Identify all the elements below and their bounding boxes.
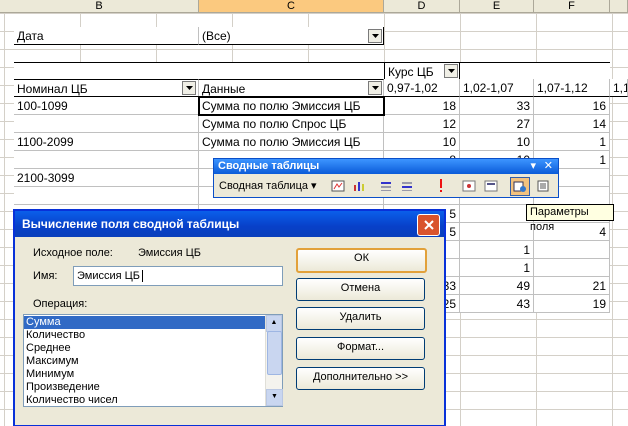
value-cell[interactable]: 33 (460, 97, 534, 115)
value-cell[interactable]: 10 (384, 133, 460, 151)
value-cell[interactable]: 27 (460, 115, 534, 133)
row-group-label[interactable] (14, 115, 199, 133)
dialog-titlebar[interactable]: Вычисление поля сводной таблицы (15, 211, 444, 237)
row-group-label[interactable] (14, 151, 199, 169)
column-header-g[interactable] (610, 0, 628, 13)
pivot-toolbar-title[interactable]: Сводные таблицы ▾ ✕ (214, 159, 558, 174)
value-cell[interactable]: 12 (384, 115, 460, 133)
source-field-label: Исходное поле: (33, 247, 113, 259)
row-group-label[interactable]: 2100-3099 (14, 169, 199, 187)
pivot-table-menu[interactable]: Сводная таблица ▾ (219, 179, 317, 192)
include-hidden-items-icon[interactable] (460, 177, 478, 194)
chevron-down-icon (371, 86, 379, 90)
column-item[interactable]: 1,1 (610, 79, 628, 97)
row-group-label[interactable]: 1100-2099 (14, 133, 199, 151)
format-report-icon[interactable] (329, 177, 347, 194)
data-field-label[interactable]: Данные (199, 79, 384, 97)
pivot-toolbar-title-text: Сводные таблицы (218, 160, 320, 172)
value-cell[interactable]: 21 (534, 277, 610, 295)
chevron-down-icon (185, 86, 193, 90)
value-cell[interactable] (460, 223, 534, 241)
active-cell-outline (198, 96, 385, 116)
value-cell[interactable]: 16 (534, 97, 610, 115)
operation-list[interactable]: Сумма Количество Среднее Максимум Минимум Про… (23, 314, 283, 407)
name-input-value: Эмиссия ЦБ (77, 270, 141, 282)
close-icon[interactable]: ✕ (544, 159, 553, 174)
operation-item[interactable]: Количество чисел (24, 394, 266, 407)
value-cell[interactable]: 49 (460, 277, 534, 295)
column-item[interactable]: 1,07-1,12 (534, 79, 610, 97)
value-cell[interactable]: 1 (534, 133, 610, 151)
data-item-label[interactable]: Сумма по полю Спрос ЦБ (199, 115, 384, 133)
delete-button[interactable]: Удалить (296, 307, 425, 330)
value-cell[interactable]: 43 (460, 295, 534, 313)
hide-detail-icon[interactable] (377, 177, 395, 194)
value-cell[interactable]: 10 (460, 133, 534, 151)
chart-wizard-icon[interactable] (350, 177, 368, 194)
chevron-down-icon (447, 69, 455, 73)
show-detail-icon[interactable] (398, 177, 416, 194)
page-field-value[interactable]: (Все) (199, 27, 384, 45)
page-field-dropdown[interactable] (368, 29, 382, 43)
row-group-label[interactable]: 100-1099 (14, 97, 199, 115)
scroll-up-icon[interactable]: ▲ (266, 315, 282, 332)
column-header-f[interactable]: F (534, 0, 610, 13)
pivot-column-area (14, 62, 610, 80)
row-group-label[interactable] (14, 187, 199, 205)
name-input[interactable]: Эмиссия ЦБ (73, 266, 283, 286)
field-settings-tooltip: Параметры поля (526, 204, 614, 233)
operation-item[interactable]: Произведение (24, 381, 266, 394)
close-icon (423, 220, 434, 230)
value-cell[interactable] (460, 205, 534, 223)
always-display-items-icon[interactable] (482, 177, 500, 194)
column-header-e[interactable]: E (460, 0, 534, 13)
row-field-dropdown[interactable] (182, 81, 196, 95)
value-cell[interactable]: 1 (460, 241, 534, 259)
data-item-label[interactable]: Сумма по полю Эмиссия ЦБ (199, 133, 384, 151)
column-field-dropdown[interactable] (444, 64, 458, 78)
cancel-button[interactable]: Отмена (296, 278, 425, 301)
dialog-close-button[interactable] (417, 214, 440, 236)
value-cell[interactable]: 14 (534, 115, 610, 133)
page-field-label[interactable]: Дата (14, 27, 199, 45)
operation-item[interactable]: Максимум (24, 355, 266, 368)
value-cell[interactable]: 18 (384, 97, 460, 115)
column-header-b[interactable]: B (0, 0, 199, 13)
value-cell[interactable] (534, 241, 610, 259)
column-item[interactable]: 0,97-1,02 (384, 79, 460, 97)
column-header-d[interactable]: D (384, 0, 460, 13)
operation-item[interactable]: Количество (24, 329, 266, 342)
source-field-value: Эмиссия ЦБ (138, 247, 202, 259)
scroll-thumb[interactable] (267, 331, 282, 375)
value-cell[interactable]: 1 (460, 259, 534, 277)
toolbar-options-icon[interactable]: ▾ (530, 159, 536, 174)
operation-item[interactable]: Минимум (24, 368, 266, 381)
row-field-label[interactable]: Номинал ЦБ (14, 79, 199, 97)
value-cell[interactable] (534, 259, 610, 277)
pivot-table-toolbar: Сводные таблицы ▾ ✕ Сводная таблица ▾ (213, 158, 559, 198)
field-settings-icon[interactable] (510, 177, 530, 196)
refresh-data-icon[interactable] (432, 177, 450, 194)
field-list-icon[interactable] (534, 177, 552, 194)
name-label: Имя: (33, 270, 58, 282)
operation-item[interactable]: Сумма (24, 316, 266, 329)
operation-list-scrollbar[interactable]: ▲ ▼ (265, 315, 283, 406)
ok-button[interactable]: ОК (296, 248, 427, 273)
column-header-c[interactable]: C (199, 0, 384, 13)
dialog-title: Вычисление поля сводной таблицы (22, 217, 240, 231)
operation-item[interactable]: Среднее (24, 342, 266, 355)
more-button[interactable]: Дополнительно >> (296, 367, 425, 390)
data-field-dropdown[interactable] (368, 81, 382, 95)
column-item[interactable]: 1,02-1,07 (460, 79, 534, 97)
scroll-down-icon[interactable]: ▼ (266, 389, 283, 406)
operation-label: Операция: (33, 298, 88, 310)
format-button[interactable]: Формат... (296, 337, 425, 360)
chevron-down-icon (371, 34, 379, 38)
value-cell[interactable]: 19 (534, 295, 610, 313)
